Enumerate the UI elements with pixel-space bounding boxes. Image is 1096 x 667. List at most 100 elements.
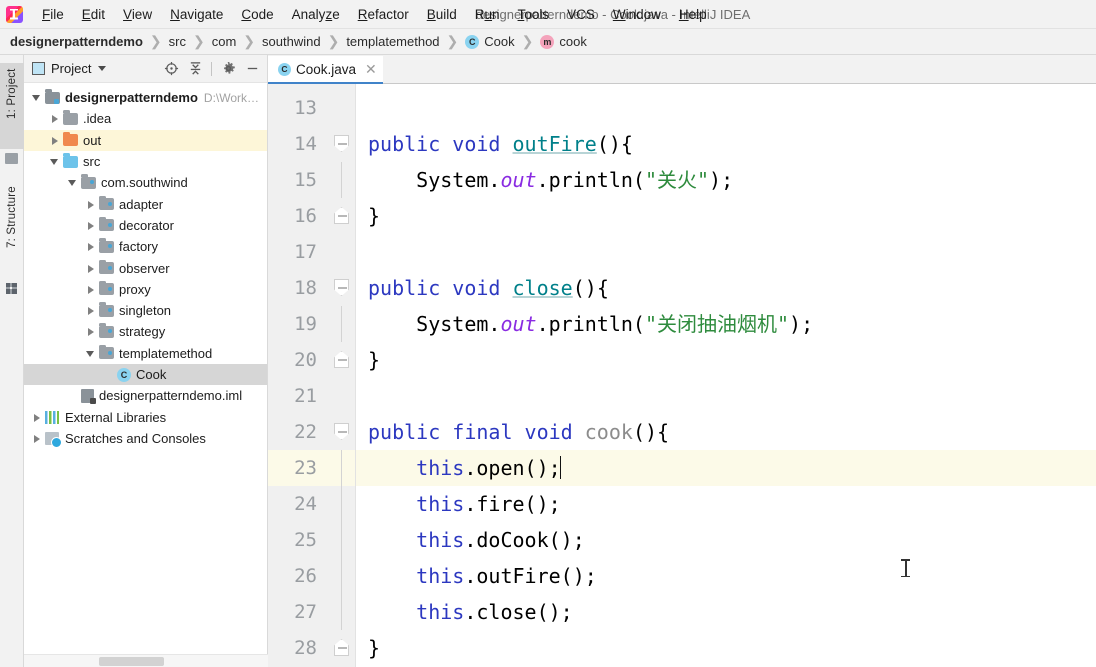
code-line[interactable]: this.open(); (356, 450, 1096, 486)
line-number: 22 (294, 421, 317, 443)
chevron-down-icon[interactable] (84, 347, 97, 360)
tree-node-label: designerpatterndemo.iml (99, 388, 243, 404)
menu-item-refactor[interactable]: Refactor (349, 4, 418, 25)
project-tree[interactable]: designerpatterndemo D:\Work… .idea out src co… (24, 83, 267, 667)
tool-tab-structure[interactable]: 7: Structure (0, 181, 24, 277)
code-line[interactable]: } (356, 198, 1096, 234)
menu-item-vcs[interactable]: VCS (558, 4, 604, 25)
chevron-down-icon[interactable] (66, 176, 79, 189)
tree-node-src[interactable]: src (24, 151, 267, 172)
fold-cell (326, 378, 355, 414)
chevron-right-icon[interactable] (84, 198, 97, 211)
menu-item-code[interactable]: Code (232, 4, 282, 25)
tree-node-scratches-and-consoles[interactable]: Scratches and Consoles (24, 428, 267, 449)
breadcrumb-item-cook[interactable]: C Cook (465, 34, 515, 49)
chevron-down-icon[interactable] (48, 155, 61, 168)
tree-node-templatemethod[interactable]: templatemethod (24, 343, 267, 364)
breadcrumb-separator: ❯ (193, 33, 205, 49)
menu-item-navigate[interactable]: Navigate (161, 4, 232, 25)
tree-node-external-libraries[interactable]: External Libraries (24, 406, 267, 427)
tree-node-label: com.southwind (101, 175, 188, 191)
project-horizontal-scrollbar[interactable] (24, 654, 268, 667)
collapse-all-icon[interactable] (184, 58, 206, 80)
breadcrumb-item-cook[interactable]: m cook (540, 34, 587, 49)
code-line[interactable]: } (356, 630, 1096, 666)
scrollbar-thumb[interactable] (99, 657, 164, 666)
code-line[interactable]: System.out.println("关闭抽油烟机"); (356, 306, 1096, 342)
code-folding-gutter[interactable] (326, 84, 356, 667)
tree-node-observer[interactable]: observer (24, 257, 267, 278)
menu-item-view[interactable]: View (114, 4, 161, 25)
locate-icon[interactable] (160, 58, 182, 80)
gear-icon[interactable] (217, 58, 239, 80)
chevron-down-icon[interactable] (98, 66, 107, 71)
code-text[interactable]: public void outFire(){ System.out.printl… (356, 84, 1096, 667)
code-line[interactable] (356, 234, 1096, 270)
menu-item-analyze[interactable]: Analyze (283, 4, 349, 25)
code-line[interactable]: public final void cook(){ (356, 414, 1096, 450)
code-line[interactable]: this.close(); (356, 594, 1096, 630)
tree-node-factory[interactable]: factory (24, 236, 267, 257)
tree-node-singleton[interactable]: singleton (24, 300, 267, 321)
menu-item-run[interactable]: Run (466, 4, 509, 25)
code-line[interactable]: public void outFire(){ (356, 126, 1096, 162)
class-icon: C (465, 34, 480, 49)
chevron-down-icon[interactable] (30, 91, 43, 104)
chevron-right-icon[interactable] (84, 240, 97, 253)
close-icon[interactable]: ✕ (365, 62, 377, 76)
chevron-right-icon[interactable] (30, 432, 43, 445)
fold-end-icon[interactable] (334, 639, 349, 656)
breadcrumb-item-src[interactable]: src (169, 34, 186, 49)
editor-tab-cook-java[interactable]: C Cook.java ✕ (268, 56, 383, 84)
fold-region-line (341, 522, 342, 558)
tree-node-adapter[interactable]: adapter (24, 193, 267, 214)
breadcrumb-item-label: Cook (484, 34, 515, 49)
chevron-right-icon[interactable] (48, 134, 61, 147)
line-number: 25 (294, 529, 317, 551)
code-line[interactable]: } (356, 342, 1096, 378)
menu-item-edit[interactable]: Edit (73, 4, 114, 25)
tree-node-cook[interactable]: C Cook (24, 363, 267, 386)
fold-end-icon[interactable] (334, 207, 349, 224)
tree-node-com-southwind[interactable]: com.southwind (24, 172, 267, 193)
tree-node-out[interactable]: out (24, 129, 267, 151)
menu-item-window[interactable]: Window (604, 4, 670, 25)
menu-item-build[interactable]: Build (418, 4, 466, 25)
minimize-icon[interactable] (241, 58, 263, 80)
chevron-right-icon[interactable] (84, 304, 97, 317)
menu-item-file[interactable]: File (33, 4, 73, 25)
code-line[interactable]: System.out.println("关火"); (356, 162, 1096, 198)
fold-expanded-icon[interactable] (334, 423, 349, 440)
breadcrumb-item-southwind[interactable]: southwind (262, 34, 321, 49)
code-line[interactable]: this.fire(); (356, 486, 1096, 522)
tree-node-proxy[interactable]: proxy (24, 279, 267, 300)
chevron-right-icon[interactable] (84, 325, 97, 338)
code-line[interactable] (356, 90, 1096, 126)
breadcrumb-item-designerpatterndemo[interactable]: designerpatterndemo (10, 34, 143, 49)
chevron-right-icon[interactable] (84, 262, 97, 275)
code-line[interactable]: this.outFire(); (356, 558, 1096, 594)
chevron-right-icon[interactable] (84, 283, 97, 296)
tree-node-designerpatterndemo[interactable]: designerpatterndemo D:\Work… (24, 87, 267, 108)
code-line[interactable]: public void close(){ (356, 270, 1096, 306)
tree-node-idea[interactable]: .idea (24, 108, 267, 129)
chevron-right-icon[interactable] (30, 411, 43, 424)
code-line[interactable]: this.doCook(); (356, 522, 1096, 558)
tree-node-designerpatterndemo-iml[interactable]: designerpatterndemo.iml (24, 385, 267, 406)
tree-node-decorator[interactable]: decorator (24, 215, 267, 236)
fold-expanded-icon[interactable] (334, 135, 349, 152)
chevron-right-icon[interactable] (84, 219, 97, 232)
code-line[interactable] (356, 378, 1096, 414)
menu-item-help[interactable]: Help (670, 4, 716, 25)
menu-item-tools[interactable]: Tools (509, 4, 559, 25)
fold-end-icon[interactable] (334, 351, 349, 368)
tree-node-strategy[interactable]: strategy (24, 321, 267, 342)
line-number: 14 (294, 133, 317, 155)
tool-tab-project[interactable]: 1: Project (0, 63, 24, 149)
breadcrumb-item-templatemethod[interactable]: templatemethod (346, 34, 439, 49)
breadcrumb-item-com[interactable]: com (212, 34, 237, 49)
chevron-right-icon[interactable] (48, 112, 61, 125)
fold-expanded-icon[interactable] (334, 279, 349, 296)
breadcrumb[interactable]: designerpatterndemo ❯ src ❯ com ❯ southwind ❯ te… (0, 29, 1096, 55)
code-editor[interactable]: 13 14 15 16 17 18 19 20 21 22 23 24 25 26 27 28 public … (268, 84, 1096, 667)
